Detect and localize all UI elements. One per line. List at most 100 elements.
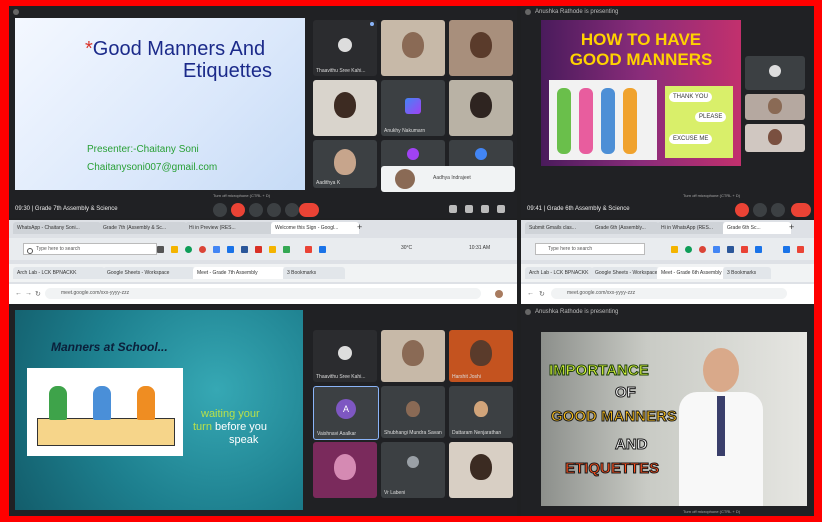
- back-icon[interactable]: ←: [15, 290, 22, 297]
- profile-avatar[interactable]: [495, 290, 503, 298]
- participant-tile[interactable]: Shubhangi Mundra Savan: [381, 386, 445, 438]
- meeting-title: Grade 6th Assembly & Science: [546, 206, 630, 212]
- chrome-icon[interactable]: [699, 246, 706, 253]
- participant-tile-active[interactable]: A Vaishnavi Asalkar: [313, 386, 379, 440]
- mic-button[interactable]: [735, 203, 749, 217]
- participant-tile[interactable]: [449, 20, 513, 76]
- word-icon[interactable]: [241, 246, 248, 253]
- chrome-icon[interactable]: [199, 246, 206, 253]
- taskbar-search[interactable]: Type here to search: [23, 243, 157, 255]
- taskbar-search[interactable]: Type here to search: [535, 243, 645, 255]
- participant-tile[interactable]: [313, 80, 377, 136]
- store-icon[interactable]: [713, 246, 720, 253]
- address-bar[interactable]: meet.google.com/xxx-yyyy-zzz: [551, 288, 787, 299]
- end-call-button[interactable]: [791, 203, 811, 217]
- taskview-icon[interactable]: [157, 246, 164, 253]
- meeting-title: Grade 7th Assembly & Science: [34, 206, 118, 212]
- browser-tab[interactable]: Hi in WhatsApp (RES...: [657, 222, 725, 234]
- participant-tile[interactable]: [381, 330, 445, 382]
- more-options-button[interactable]: [285, 203, 299, 217]
- meet-control-bar: 09:41 | Grade 6th Assembly & Science: [521, 200, 814, 218]
- back-icon[interactable]: ←: [527, 290, 534, 297]
- reload-icon[interactable]: ↻: [35, 290, 41, 298]
- app-icon[interactable]: [741, 246, 748, 253]
- app-icon[interactable]: [797, 246, 804, 253]
- participant-tile[interactable]: [449, 80, 513, 136]
- activities-icon[interactable]: [497, 205, 505, 213]
- bookmark-item[interactable]: Meet - Grade 6th Assembly: [657, 267, 725, 279]
- bookmark-item[interactable]: 3 Bookmarks: [723, 267, 771, 279]
- captions-button[interactable]: [249, 203, 263, 217]
- participant-tile[interactable]: Anukhy Nakumarn: [381, 80, 445, 136]
- mic-button[interactable]: [213, 203, 227, 217]
- presenting-banner: Anushka Rathode is presenting: [535, 9, 619, 15]
- bookmark-item[interactable]: Arch Lab - LCK BPNACKK: [525, 267, 593, 279]
- app-icon[interactable]: [269, 246, 276, 253]
- participant-tile[interactable]: Harshit Joshi: [449, 330, 513, 382]
- presenter-avatar-icon: [525, 309, 531, 315]
- mail-icon[interactable]: [227, 246, 234, 253]
- app-icon[interactable]: [755, 246, 762, 253]
- edge-icon[interactable]: [185, 246, 192, 253]
- camera-button[interactable]: [231, 203, 245, 217]
- browser-window-right: Submit Gmails clas... Grade 6th (Assembl…: [521, 220, 814, 304]
- present-button[interactable]: [771, 203, 785, 217]
- caption-green-1: waiting your: [201, 408, 260, 420]
- app-icon[interactable]: [255, 246, 262, 253]
- info-icon[interactable]: [449, 205, 457, 213]
- participant-tile[interactable]: Thaavithu Sree Kahi...: [313, 330, 377, 382]
- forward-icon[interactable]: →: [25, 290, 32, 297]
- caption-white-2: speak: [229, 434, 259, 446]
- bookmark-item[interactable]: Meet - Grade 7th Assembly: [193, 267, 285, 279]
- presenting-bar: Anushka Rathode is presenting: [521, 306, 814, 318]
- participant-tile[interactable]: Thaavithu Sree Kahi...: [313, 20, 377, 76]
- new-tab-button[interactable]: +: [357, 222, 362, 232]
- app-icon[interactable]: [783, 246, 790, 253]
- bookmark-item[interactable]: 3 Bookmarks: [283, 267, 345, 279]
- app-icon[interactable]: [319, 246, 326, 253]
- present-button[interactable]: [267, 203, 281, 217]
- participant-name: Harshit Joshi: [452, 374, 481, 380]
- store-icon[interactable]: [213, 246, 220, 253]
- browser-tab[interactable]: Grade 6th Sc...: [723, 222, 791, 234]
- participant-tile[interactable]: [313, 442, 377, 498]
- presenter-name: Presenter:-Chaitany Soni: [87, 144, 199, 155]
- browser-tab[interactable]: Grade 6th (Assembly...: [591, 222, 659, 234]
- reload-icon[interactable]: ↻: [539, 290, 545, 298]
- address-bar[interactable]: meet.google.com/xxx-yyyy-zzz: [45, 288, 481, 299]
- participant-tile[interactable]: [449, 442, 513, 498]
- participant-tile[interactable]: [745, 56, 805, 90]
- word-icon[interactable]: [727, 246, 734, 253]
- file-explorer-icon[interactable]: [171, 246, 178, 253]
- browser-window-left: WhatsApp - Chaitany Soni... Grade 7th (A…: [9, 220, 517, 304]
- bookmark-item[interactable]: Google Sheets - Workspace: [103, 267, 195, 279]
- browser-tab[interactable]: WhatsApp - Chaitany Soni...: [13, 222, 101, 234]
- app-icon[interactable]: [283, 246, 290, 253]
- people-icon[interactable]: [465, 205, 473, 213]
- participant-tile[interactable]: [745, 124, 805, 152]
- search-icon: [27, 248, 33, 254]
- participant-tile[interactable]: Aadithya K: [313, 140, 377, 188]
- end-call-button[interactable]: [299, 203, 319, 217]
- participant-tile[interactable]: Dattaram Nenjarathan: [449, 386, 513, 438]
- classroom-illustration: [27, 368, 183, 456]
- avatar: A: [336, 399, 356, 419]
- participant-name: Thaavithu Sree Kahi...: [316, 68, 366, 74]
- bookmark-item[interactable]: Arch Lab - LCK BPNACKK: [13, 267, 105, 279]
- bookmark-item[interactable]: Google Sheets - Workspace: [591, 267, 659, 279]
- browser-tab[interactable]: Hi in Preview (RES...: [185, 222, 273, 234]
- participant-tile[interactable]: [745, 94, 805, 120]
- browser-tab[interactable]: Grade 7th (Assembly & Sc...: [99, 222, 187, 234]
- new-tab-button[interactable]: +: [789, 222, 794, 232]
- participant-tile[interactable]: Vr Labeni: [381, 442, 445, 498]
- chat-icon[interactable]: [481, 205, 489, 213]
- browser-tab[interactable]: Submit Gmails clas...: [525, 222, 593, 234]
- app-icon[interactable]: [305, 246, 312, 253]
- edge-icon[interactable]: [685, 246, 692, 253]
- avatar: [407, 456, 419, 468]
- captions-button[interactable]: [753, 203, 767, 217]
- browser-tab[interactable]: Welcome this Sign - Googl...: [271, 222, 359, 234]
- file-explorer-icon[interactable]: [671, 246, 678, 253]
- participant-self-view[interactable]: Aadhya Indrajeet: [381, 166, 515, 192]
- participant-tile[interactable]: [381, 20, 445, 76]
